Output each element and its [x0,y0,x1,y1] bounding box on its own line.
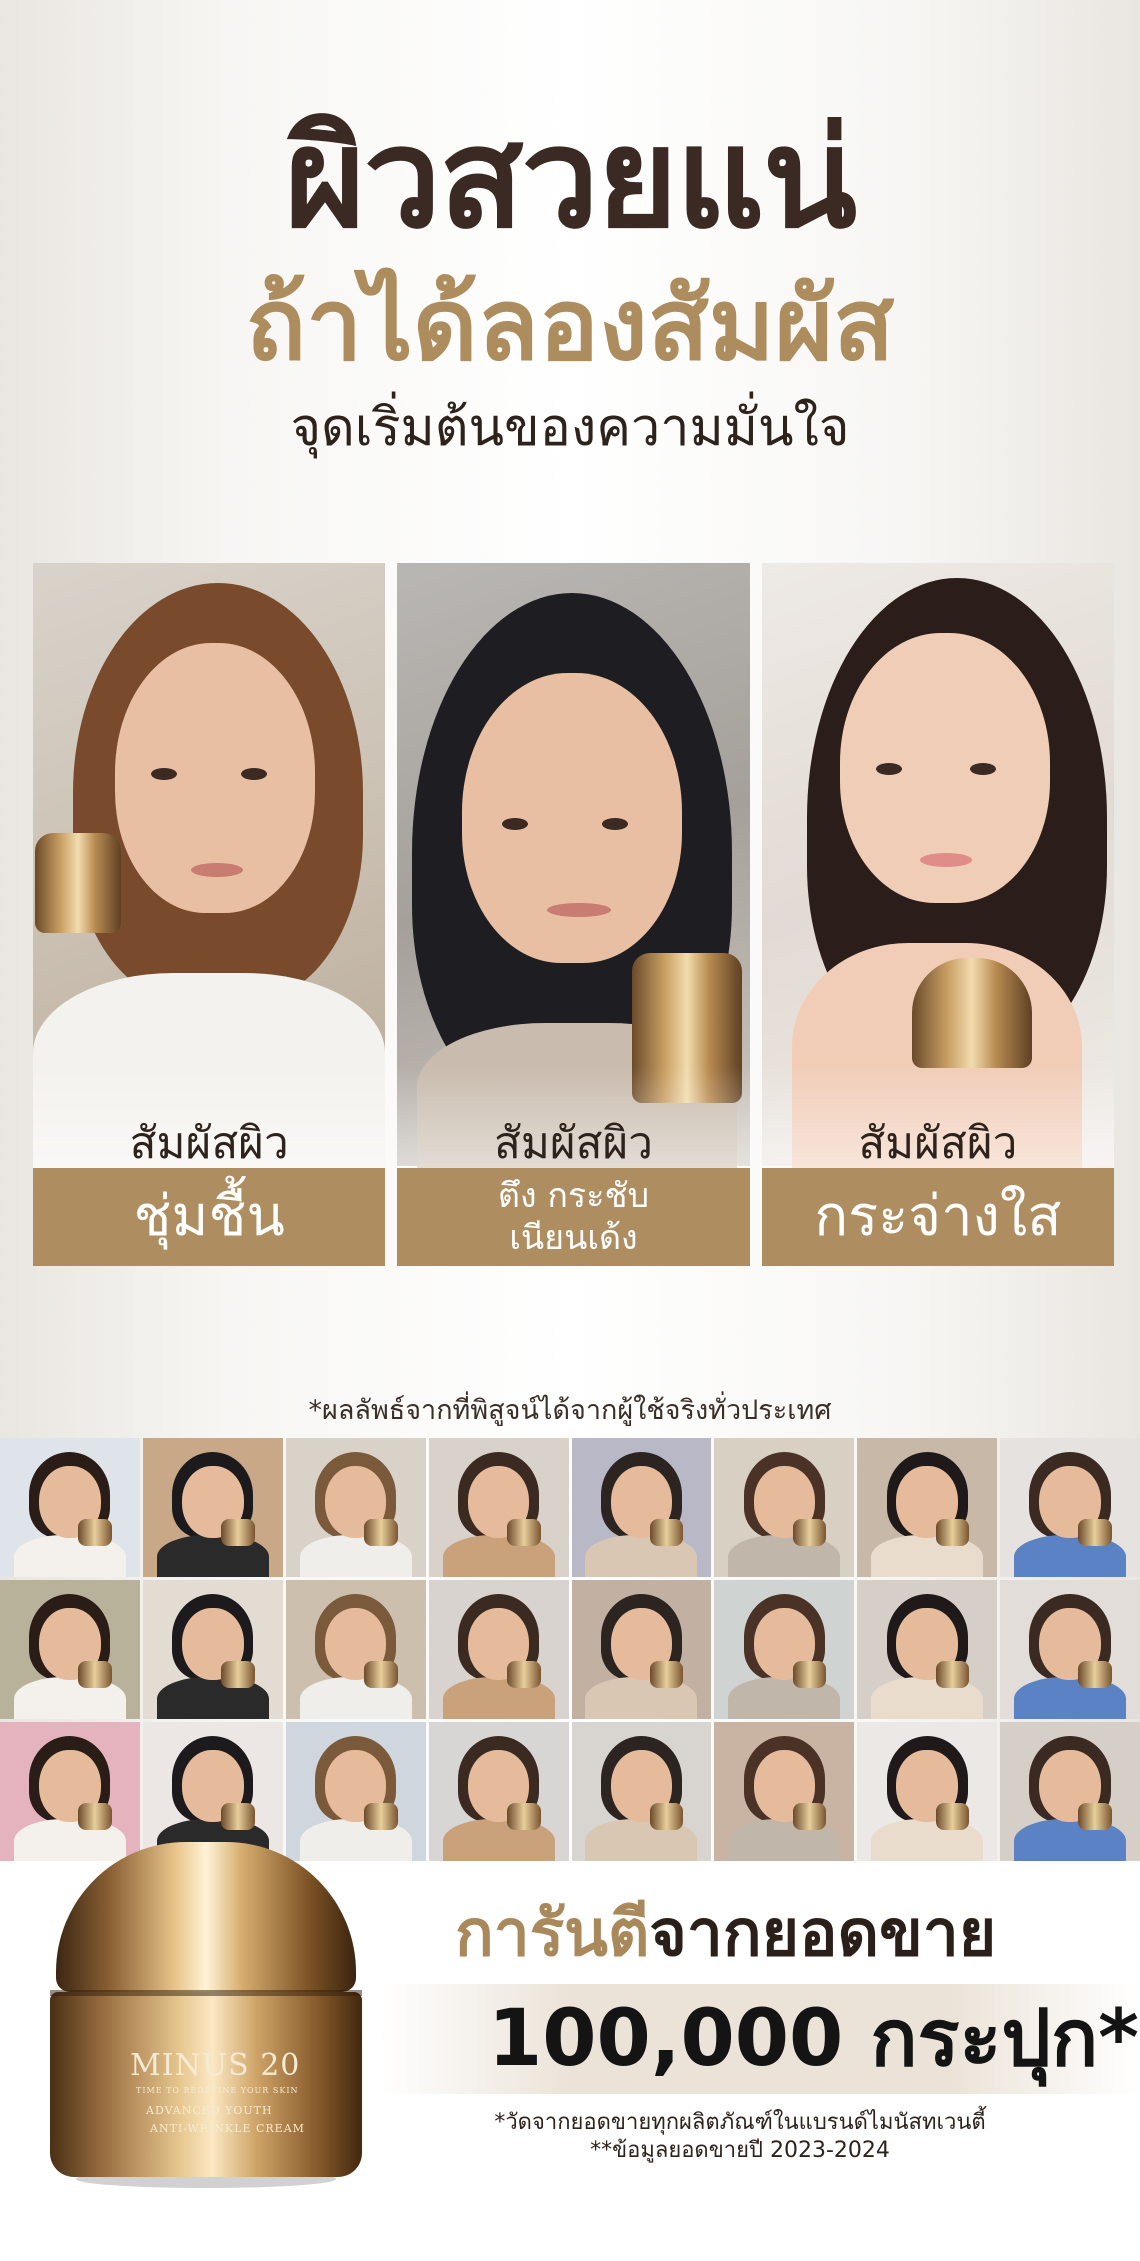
card-band: ชุ่มชื้น [33,1168,386,1266]
sales-period-note: **ข้อมูลยอดขายปี 2023-2024 [590,2138,890,2163]
card-benefit: ชุ่มชื้น [133,1184,285,1250]
product-jar-icon [935,1660,970,1689]
customer-photo [142,1438,283,1577]
ad-page: ผิวสวยแน่ ถ้าได้ลองสัมผัส จุดเริ่มต้นของ… [0,0,1140,2261]
testimonial-cards: สัมผัสผิว ชุ่มชื้น สัมผัสผิว ตึง กระชับ … [33,563,1114,1266]
product-jar-icon [506,1660,541,1689]
headline-secondary: ถ้าได้ลองสัมผัส [245,266,895,383]
headline-tagline: จุดเริ่มต้นของความมั่นใจ [290,398,850,458]
product-jar-icon [792,1518,827,1547]
customer-photo [1000,1722,1140,1861]
card-band: กระจ่างใส [761,1168,1114,1266]
product-jar-icon [1078,1660,1113,1689]
product-name-line2: ANTI-WRINKLE CREAM [150,2122,305,2135]
customer-photo [0,1438,140,1577]
testimonial-card-bright: สัมผัสผิว กระจ่างใส [761,563,1114,1266]
product-jar-icon [649,1802,684,1831]
product-jar-icon [364,1660,398,1689]
product-jar-icon [935,1802,970,1831]
customer-photo [428,1722,569,1861]
product-jar-icon [78,1802,112,1831]
customer-photo [571,1722,712,1861]
product-jar-icon [221,1802,255,1831]
guarantee-heading: การันตีจากยอดขาย [455,1902,996,1966]
product-jar-icon [911,958,1032,1068]
customer-photo-grid [0,1438,1140,1861]
card-benefit-line1: ตึง กระชับ [497,1175,650,1216]
customer-photo [142,1722,283,1861]
testimonial-card-moisture: สัมผัสผิว ชุ่มชื้น [33,563,386,1266]
customer-photo [857,1722,998,1861]
product-jar-icon [506,1802,541,1831]
product-jar-icon [35,833,121,933]
product-jar-icon [364,1518,398,1547]
customer-photo [0,1580,140,1719]
product-jar: MINUS 20 TIME TO REDEFINE YOUR SKIN ADVA… [46,1842,366,2188]
product-jar-icon [364,1802,398,1831]
customer-photo [857,1438,998,1577]
testimonial-card-firm: สัมผัสผิว ตึง กระชับ เนียนเด้ง [397,563,750,1266]
headline-main: ผิวสวยแน่ [284,98,857,259]
results-disclaimer: *ผลลัพธ์จากที่พิสูจน์ได้จากผู้ใช้จริงทั่… [308,1395,832,1426]
product-jar-icon [78,1660,112,1689]
product-jar-icon [649,1518,684,1547]
product-jar-icon [1078,1802,1113,1831]
customer-photo [142,1580,283,1719]
customer-photo [571,1438,712,1577]
card-benefit: กระจ่างใส [814,1184,1062,1250]
product-brand: MINUS 20 [130,2048,301,2083]
card-benefit-line2: เนียนเด้ง [509,1218,638,1258]
customer-photo [1000,1438,1140,1577]
product-jar-icon [792,1660,827,1689]
product-jar-icon [221,1660,255,1689]
customer-photo [428,1580,569,1719]
customer-photo [571,1580,712,1719]
customer-photo [714,1722,855,1861]
customer-photo [285,1580,426,1719]
product-jar-icon [792,1802,827,1831]
customer-photo [857,1580,998,1719]
product-name-line1: ADVANCED YOUTH [146,2104,273,2117]
customer-photo [428,1438,569,1577]
product-jar-icon [78,1518,112,1547]
sales-figure: 100,000 กระปุก** [488,1994,1140,2084]
product-jar-icon [221,1518,255,1547]
customer-photo [285,1438,426,1577]
customer-photo [1000,1580,1140,1719]
customer-photo [0,1722,140,1861]
customer-photo [714,1580,855,1719]
guarantee-gold-text: การันตี [455,1897,650,1971]
card-band: ตึง กระชับ เนียนเด้ง [397,1168,750,1266]
product-jar-icon [935,1518,970,1547]
customer-photo [714,1438,855,1577]
product-tagline: TIME TO REDEFINE YOUR SKIN [136,2086,299,2095]
product-jar-icon [506,1518,541,1547]
guarantee-dark-text: จากยอดขาย [649,1897,997,1971]
product-jar-icon [1078,1518,1113,1547]
customer-photo [285,1722,426,1861]
product-jar-icon [649,1660,684,1689]
